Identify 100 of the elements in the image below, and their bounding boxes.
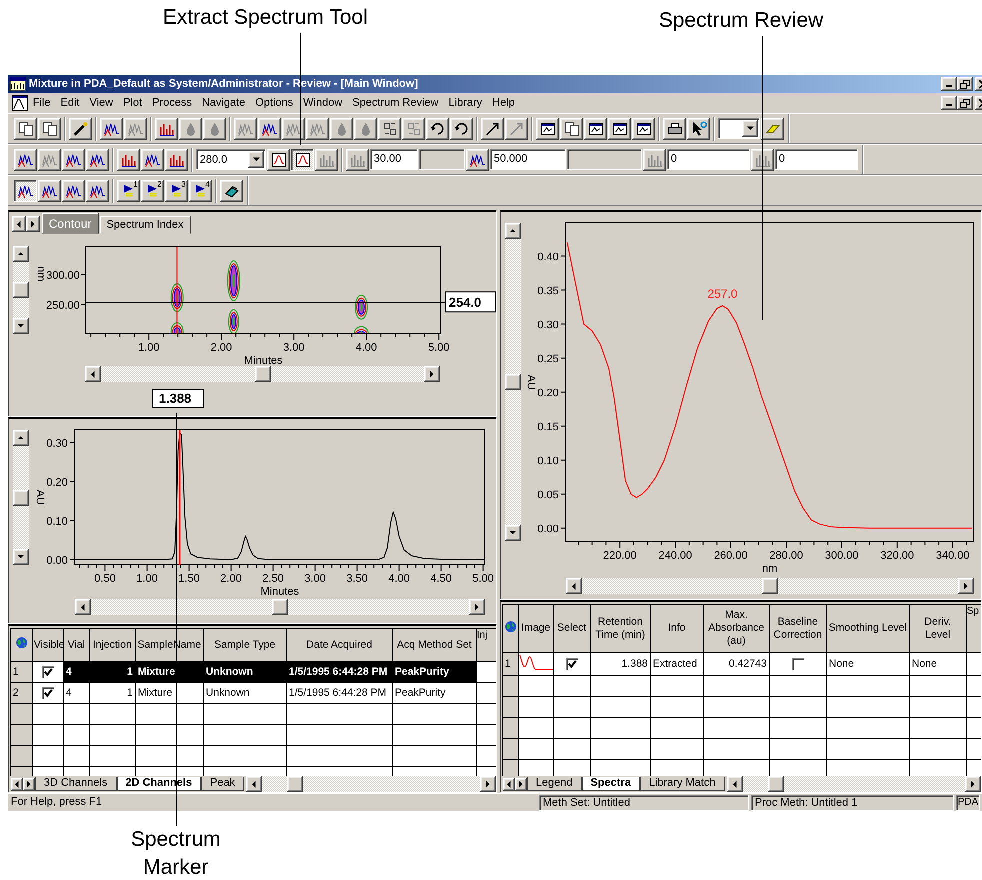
scrollbar-thumb[interactable] xyxy=(272,599,288,615)
menu-item[interactable]: Help xyxy=(487,95,520,111)
column-header[interactable]: Info xyxy=(650,604,704,652)
toolbar-button[interactable] xyxy=(291,148,314,170)
horizontal-scrollbar[interactable] xyxy=(726,776,981,792)
axis-tick-label: 0.50 xyxy=(94,573,116,585)
left-arrow-icon xyxy=(572,582,576,590)
minimize-button[interactable] xyxy=(941,96,957,110)
horizontal-scrollbar[interactable] xyxy=(75,599,485,615)
restore-button[interactable] xyxy=(957,96,973,110)
input-field[interactable]: 30.00 xyxy=(370,149,418,170)
table-cell: PeakPurity xyxy=(392,682,476,704)
scrollbar-thumb[interactable] xyxy=(286,776,303,792)
left-arrow-icon xyxy=(15,780,19,788)
column-header[interactable]: Inj xyxy=(476,628,496,662)
scroll-right-button[interactable] xyxy=(23,778,35,790)
horizontal-scrollbar[interactable] xyxy=(85,366,440,382)
restore-button[interactable] xyxy=(957,77,973,91)
tab[interactable]: Spectra xyxy=(582,777,640,791)
column-header[interactable]: Deriv. Level xyxy=(910,604,966,652)
table-cell: PeakPurity xyxy=(392,662,476,682)
marker-line[interactable] xyxy=(176,246,178,334)
row-number: 1 xyxy=(502,652,518,676)
scrollbar-thumb[interactable] xyxy=(505,374,521,390)
scroll-left-button[interactable] xyxy=(12,216,26,232)
column-header[interactable]: Date Acquired xyxy=(286,628,392,662)
menu-item[interactable]: Plot xyxy=(118,95,148,111)
dropdown[interactable] xyxy=(718,118,760,139)
horizontal-scrollbar[interactable] xyxy=(566,578,974,594)
vertical-scrollbar[interactable] xyxy=(13,430,29,565)
column-header[interactable]: Acq Method Set xyxy=(392,628,476,662)
column-header[interactable]: Max. Absorbance (au) xyxy=(704,604,770,652)
input-field[interactable]: 0 xyxy=(775,149,858,170)
tab[interactable]: Peak xyxy=(201,777,244,791)
tab[interactable]: Library Match xyxy=(640,777,725,791)
minimize-button[interactable] xyxy=(941,77,957,91)
axis-tick-label: 280.00 xyxy=(770,550,804,562)
window-icon xyxy=(588,120,604,136)
axis-title: nm xyxy=(35,266,47,282)
row-header xyxy=(502,760,518,776)
menu-item[interactable]: Process xyxy=(147,95,198,111)
marker-line[interactable] xyxy=(179,430,181,565)
scrollbar-thumb[interactable] xyxy=(768,776,784,792)
column-header[interactable]: Baseline Correction xyxy=(770,604,826,652)
toolbar-button[interactable]: 4 xyxy=(189,180,212,202)
tab[interactable]: Legend xyxy=(527,777,582,791)
caret-icon xyxy=(252,156,260,163)
scroll-right-button[interactable] xyxy=(26,216,40,232)
axis-tick-label: 300.00 xyxy=(46,270,80,282)
input-field[interactable]: 0 xyxy=(667,149,750,170)
column-header[interactable]: Select xyxy=(554,604,590,652)
tab[interactable]: 3D Channels xyxy=(35,777,117,791)
time-field[interactable]: 1.388 xyxy=(152,389,204,408)
callout-label: Extract Spectrum Tool xyxy=(163,6,368,30)
axis-tick-label: 260.00 xyxy=(714,550,748,562)
vertical-scrollbar[interactable] xyxy=(505,223,521,541)
menu-item[interactable]: View xyxy=(84,95,118,111)
scroll-left-button[interactable] xyxy=(11,778,23,790)
scrollbar-thumb[interactable] xyxy=(254,366,270,382)
curved-arrow-icon xyxy=(454,120,470,136)
scroll-right-button[interactable] xyxy=(515,778,527,790)
scroll-left-button[interactable] xyxy=(503,778,515,790)
scrollbar-thumb[interactable] xyxy=(13,282,29,298)
menu-item[interactable]: Navigate xyxy=(197,95,250,111)
wavelength-line[interactable] xyxy=(86,302,446,304)
column-header[interactable]: Retention Time (min) xyxy=(590,604,650,652)
toolbar-button[interactable] xyxy=(14,180,37,202)
column-header[interactable]: Vial xyxy=(64,628,90,662)
toolbar-button[interactable]: 1 xyxy=(117,180,140,202)
menu-item[interactable]: Library xyxy=(444,95,488,111)
menu-item[interactable]: Options xyxy=(250,95,298,111)
axis-tick-label: 320.00 xyxy=(880,550,914,562)
scrollbar-thumb[interactable] xyxy=(13,490,29,506)
document-icon[interactable] xyxy=(12,95,28,111)
column-header[interactable]: Sample Type xyxy=(204,628,286,662)
toolbar-button[interactable]: 3 xyxy=(165,180,188,202)
column-header[interactable]: Sp xyxy=(966,604,981,652)
input-field[interactable]: 50.000 xyxy=(490,149,566,170)
table-cell: Mixture xyxy=(136,662,204,682)
column-header[interactable]: Injection xyxy=(90,628,136,662)
toolbar-button[interactable]: 2 xyxy=(141,180,164,202)
left-arrow-icon xyxy=(732,780,737,788)
menu-item[interactable]: Window xyxy=(298,95,348,111)
tab[interactable]: Spectrum Index xyxy=(100,216,191,234)
axis-tick-label: 1.00 xyxy=(138,342,160,354)
column-header[interactable]: Image xyxy=(518,604,554,652)
column-header[interactable]: Smoothing Level xyxy=(826,604,910,652)
axis-tick-label: 250.00 xyxy=(46,300,80,312)
wavelength-field[interactable]: 254.0 xyxy=(445,292,496,313)
arrow-icon xyxy=(484,120,500,136)
window-icon xyxy=(636,120,652,136)
scrollbar-thumb[interactable] xyxy=(762,578,778,594)
menu-item[interactable]: File xyxy=(28,95,56,111)
vertical-scrollbar[interactable] xyxy=(13,246,29,334)
dropdown[interactable]: 280.0 xyxy=(196,149,266,170)
menu-item[interactable]: Spectrum Review xyxy=(348,95,444,111)
axis-tick-label: 2.50 xyxy=(262,573,284,585)
menu-item[interactable]: Edit xyxy=(56,95,85,111)
axis-title: nm xyxy=(762,563,778,575)
horizontal-scrollbar[interactable] xyxy=(246,776,496,792)
